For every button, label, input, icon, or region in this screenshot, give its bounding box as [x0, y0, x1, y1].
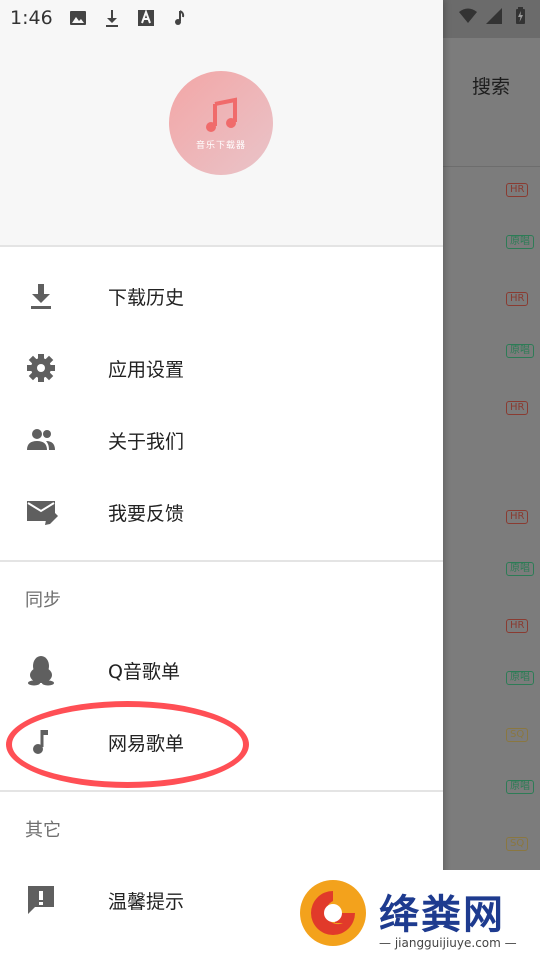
- navigation-drawer: 1:46 音乐下载器 下载历史 应用设置 关于我们 我要反馈 同步 Q音歌单 网…: [0, 0, 443, 960]
- menu-item-label: 温馨提示: [108, 890, 185, 913]
- watermark-url: — jiangguijiuye.com —: [379, 936, 517, 950]
- menu-item-netease-playlist[interactable]: 网易歌单: [0, 706, 443, 778]
- feedback-mail-icon: [24, 495, 58, 529]
- section-header-other: 其它: [25, 820, 61, 841]
- divider: [0, 560, 443, 562]
- music-note-icon: [175, 10, 185, 25]
- menu-item-app-settings[interactable]: 应用设置: [0, 332, 443, 404]
- menu-item-label: 网易歌单: [108, 732, 185, 755]
- divider: [0, 790, 443, 792]
- people-icon: [24, 423, 58, 457]
- qq-penguin-icon: [24, 653, 58, 687]
- menu-item-download-history[interactable]: 下载历史: [0, 260, 443, 332]
- status-time: 1:46: [10, 7, 53, 29]
- badge-original: 原唱: [506, 780, 534, 794]
- watermark: 绛粪网 — jiangguijiuye.com —: [291, 870, 540, 960]
- gear-icon: [24, 351, 58, 385]
- wifi-icon: [459, 8, 477, 23]
- badge-original: 原唱: [506, 562, 534, 576]
- badge-sq: SQ: [506, 728, 529, 742]
- menu-item-about-us[interactable]: 关于我们: [0, 404, 443, 476]
- badge-original: 原唱: [506, 344, 534, 358]
- music-note-icon: [206, 97, 237, 132]
- menu-item-q-playlist[interactable]: Q音歌单: [0, 634, 443, 706]
- badge-sq: SQ: [506, 837, 529, 851]
- watermark-logo-icon: [300, 880, 366, 946]
- watermark-title: 绛粪网: [379, 892, 505, 938]
- menu-item-label: 下载历史: [108, 286, 185, 309]
- music-note-icon: [24, 725, 58, 759]
- status-right-icons: [458, 6, 530, 26]
- search-button[interactable]: 搜索: [472, 72, 510, 99]
- badge-original: 原唱: [506, 671, 534, 685]
- alert-message-icon: [24, 883, 58, 917]
- drawer-header: 音乐下载器: [0, 38, 443, 247]
- badge-hr: HR: [506, 619, 529, 633]
- menu-item-feedback[interactable]: 我要反馈: [0, 476, 443, 548]
- app-logo: 音乐下载器: [169, 71, 273, 175]
- logo-text: 音乐下载器: [195, 140, 246, 151]
- badge-hr: HR: [506, 292, 529, 306]
- menu-item-label: 关于我们: [108, 430, 185, 453]
- download-icon: [24, 279, 58, 313]
- signal-icon: [486, 8, 502, 24]
- badge-hr: HR: [506, 510, 529, 524]
- menu-item-label: 我要反馈: [108, 502, 185, 525]
- badge-hr: HR: [506, 183, 529, 197]
- divider: [0, 245, 443, 247]
- badge-original: 原唱: [506, 235, 534, 249]
- download-icon: [106, 10, 118, 27]
- menu-item-label: 应用设置: [108, 358, 185, 381]
- section-header-sync: 同步: [25, 590, 61, 611]
- menu-item-label: Q音歌单: [108, 660, 180, 683]
- font-icon: [138, 9, 154, 26]
- badge-hr: HR: [506, 401, 529, 415]
- status-notification-icons: [68, 8, 190, 28]
- battery-charging-icon: [516, 7, 525, 24]
- status-bar: 1:46: [0, 0, 443, 38]
- image-icon: [70, 11, 86, 25]
